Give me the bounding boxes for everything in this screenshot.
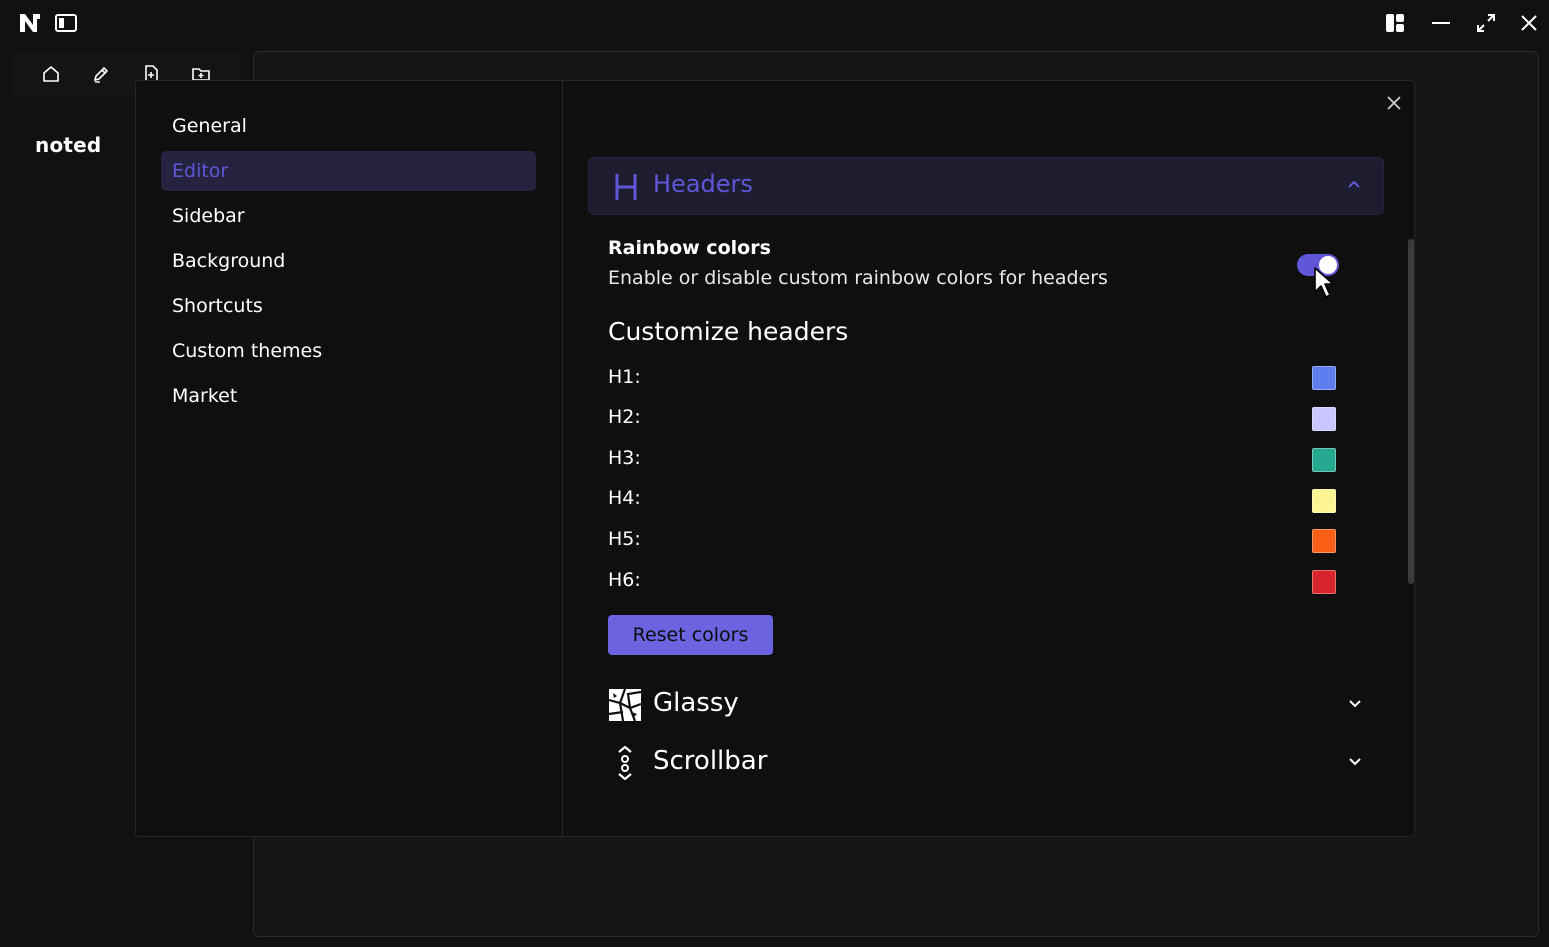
- nav-sidebar[interactable]: Sidebar: [161, 196, 536, 236]
- h1-color-swatch[interactable]: [1312, 366, 1336, 390]
- chevron-down-icon: [1348, 699, 1362, 709]
- h4-label: H4:: [608, 487, 641, 509]
- h4-color-swatch[interactable]: [1312, 489, 1336, 513]
- heading-icon: [613, 172, 639, 202]
- nav-background[interactable]: Background: [161, 241, 536, 281]
- headers-section-toggle[interactable]: Headers: [588, 157, 1384, 215]
- h3-color-swatch[interactable]: [1312, 448, 1336, 472]
- modal-scrollbar-thumb[interactable]: [1408, 239, 1414, 584]
- close-icon[interactable]: [1515, 10, 1543, 36]
- settings-nav: General Editor Sidebar Background Shortc…: [136, 81, 563, 836]
- modal-close-button[interactable]: [1382, 91, 1406, 115]
- scrollbar-icon: [614, 746, 636, 780]
- nav-editor[interactable]: Editor: [161, 151, 536, 191]
- rainbow-colors-title: Rainbow colors: [608, 237, 771, 259]
- mouse-cursor-icon: [1313, 266, 1339, 300]
- h5-label: H5:: [608, 528, 641, 550]
- nav-market[interactable]: Market: [161, 376, 536, 416]
- h2-color-swatch[interactable]: [1312, 407, 1336, 431]
- nav-shortcuts[interactable]: Shortcuts: [161, 286, 536, 326]
- glass-shatter-icon: [608, 688, 642, 722]
- chevron-down-icon: [1348, 757, 1362, 767]
- chevron-up-icon: [1347, 179, 1361, 189]
- h5-color-swatch[interactable]: [1312, 529, 1336, 553]
- nav-general[interactable]: General: [161, 106, 536, 146]
- h2-label: H2:: [608, 406, 641, 428]
- h3-label: H3:: [608, 447, 641, 469]
- h6-color-swatch[interactable]: [1312, 570, 1336, 594]
- scrollbar-section-title: Scrollbar: [653, 746, 768, 776]
- edit-pen-icon[interactable]: [89, 62, 113, 86]
- minimize-icon[interactable]: [1427, 10, 1455, 36]
- h1-label: H1:: [608, 366, 641, 388]
- layout-icon[interactable]: [1381, 10, 1409, 36]
- sidebar-toggle-icon[interactable]: [54, 11, 78, 35]
- app-name: noted: [35, 133, 102, 157]
- customize-headers-title: Customize headers: [608, 317, 849, 346]
- scrollbar-section-toggle[interactable]: Scrollbar: [608, 742, 1384, 782]
- nav-custom-themes[interactable]: Custom themes: [161, 331, 536, 371]
- home-icon[interactable]: [39, 62, 63, 86]
- glassy-section-toggle[interactable]: Glassy: [608, 684, 1384, 724]
- reset-colors-button[interactable]: Reset colors: [608, 615, 773, 655]
- settings-modal: General Editor Sidebar Background Shortc…: [135, 80, 1415, 837]
- headers-section-title: Headers: [653, 170, 753, 198]
- rainbow-colors-description: Enable or disable custom rainbow colors …: [608, 267, 1108, 289]
- h6-label: H6:: [608, 569, 641, 591]
- glassy-section-title: Glassy: [653, 688, 739, 718]
- maximize-icon[interactable]: [1472, 10, 1500, 36]
- app-logo-icon: [18, 11, 42, 35]
